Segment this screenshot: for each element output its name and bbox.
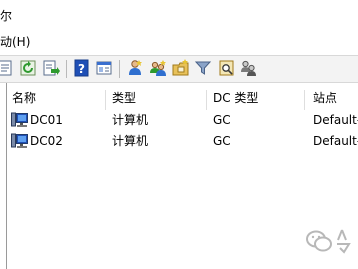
column-divider[interactable] (105, 90, 106, 110)
row-type: 计算机 (112, 134, 149, 148)
find-icon[interactable] (218, 59, 236, 77)
row-dc-type: GC (213, 113, 231, 127)
toolbar-separator (66, 60, 67, 78)
group-users-icon[interactable] (240, 59, 258, 77)
row-name: DC01 (30, 113, 63, 127)
window-title: 尔 (0, 9, 13, 23)
toolbar: ? (0, 55, 358, 83)
column-header-site[interactable]: 站点 (309, 86, 337, 110)
export-list-icon[interactable] (42, 59, 60, 77)
menu-bar: 动(H) (0, 30, 358, 52)
column-header-name[interactable]: 名称 (8, 86, 36, 110)
help-icon[interactable]: ? (73, 59, 91, 77)
column-header-type[interactable]: 类型 (108, 86, 136, 110)
svg-text:?: ? (78, 62, 85, 76)
row-site: Default- (313, 134, 358, 148)
title-bar: 尔 (0, 0, 358, 30)
filter-icon[interactable] (194, 59, 212, 77)
toolbar-separator (119, 60, 120, 78)
column-divider[interactable] (206, 90, 207, 110)
computer-icon (11, 133, 28, 148)
column-divider[interactable] (304, 90, 305, 110)
row-name: DC02 (30, 134, 63, 148)
list-header: 名称 类型 DC 类型 站点 (8, 86, 358, 110)
row-site: Default- (313, 113, 358, 127)
row-dc-type: GC (213, 134, 231, 148)
row-type: 计算机 (112, 113, 149, 127)
show-hide-pane-icon[interactable] (95, 59, 113, 77)
table-row[interactable]: DC01 计算机 GC Default- (8, 110, 358, 131)
computer-icon (11, 112, 28, 127)
refresh-icon[interactable] (19, 59, 37, 77)
table-row[interactable]: DC02 计算机 GC Default- (8, 131, 358, 152)
watermark-logo (306, 229, 351, 254)
menu-help[interactable]: 动(H) (0, 33, 30, 50)
user-icon[interactable] (126, 59, 144, 77)
column-header-dc-type[interactable]: DC 类型 (209, 86, 258, 110)
navigation-pane[interactable] (0, 83, 7, 269)
properties-icon[interactable] (0, 59, 14, 77)
ou-icon[interactable] (172, 59, 190, 77)
group-icon[interactable] (149, 59, 167, 77)
